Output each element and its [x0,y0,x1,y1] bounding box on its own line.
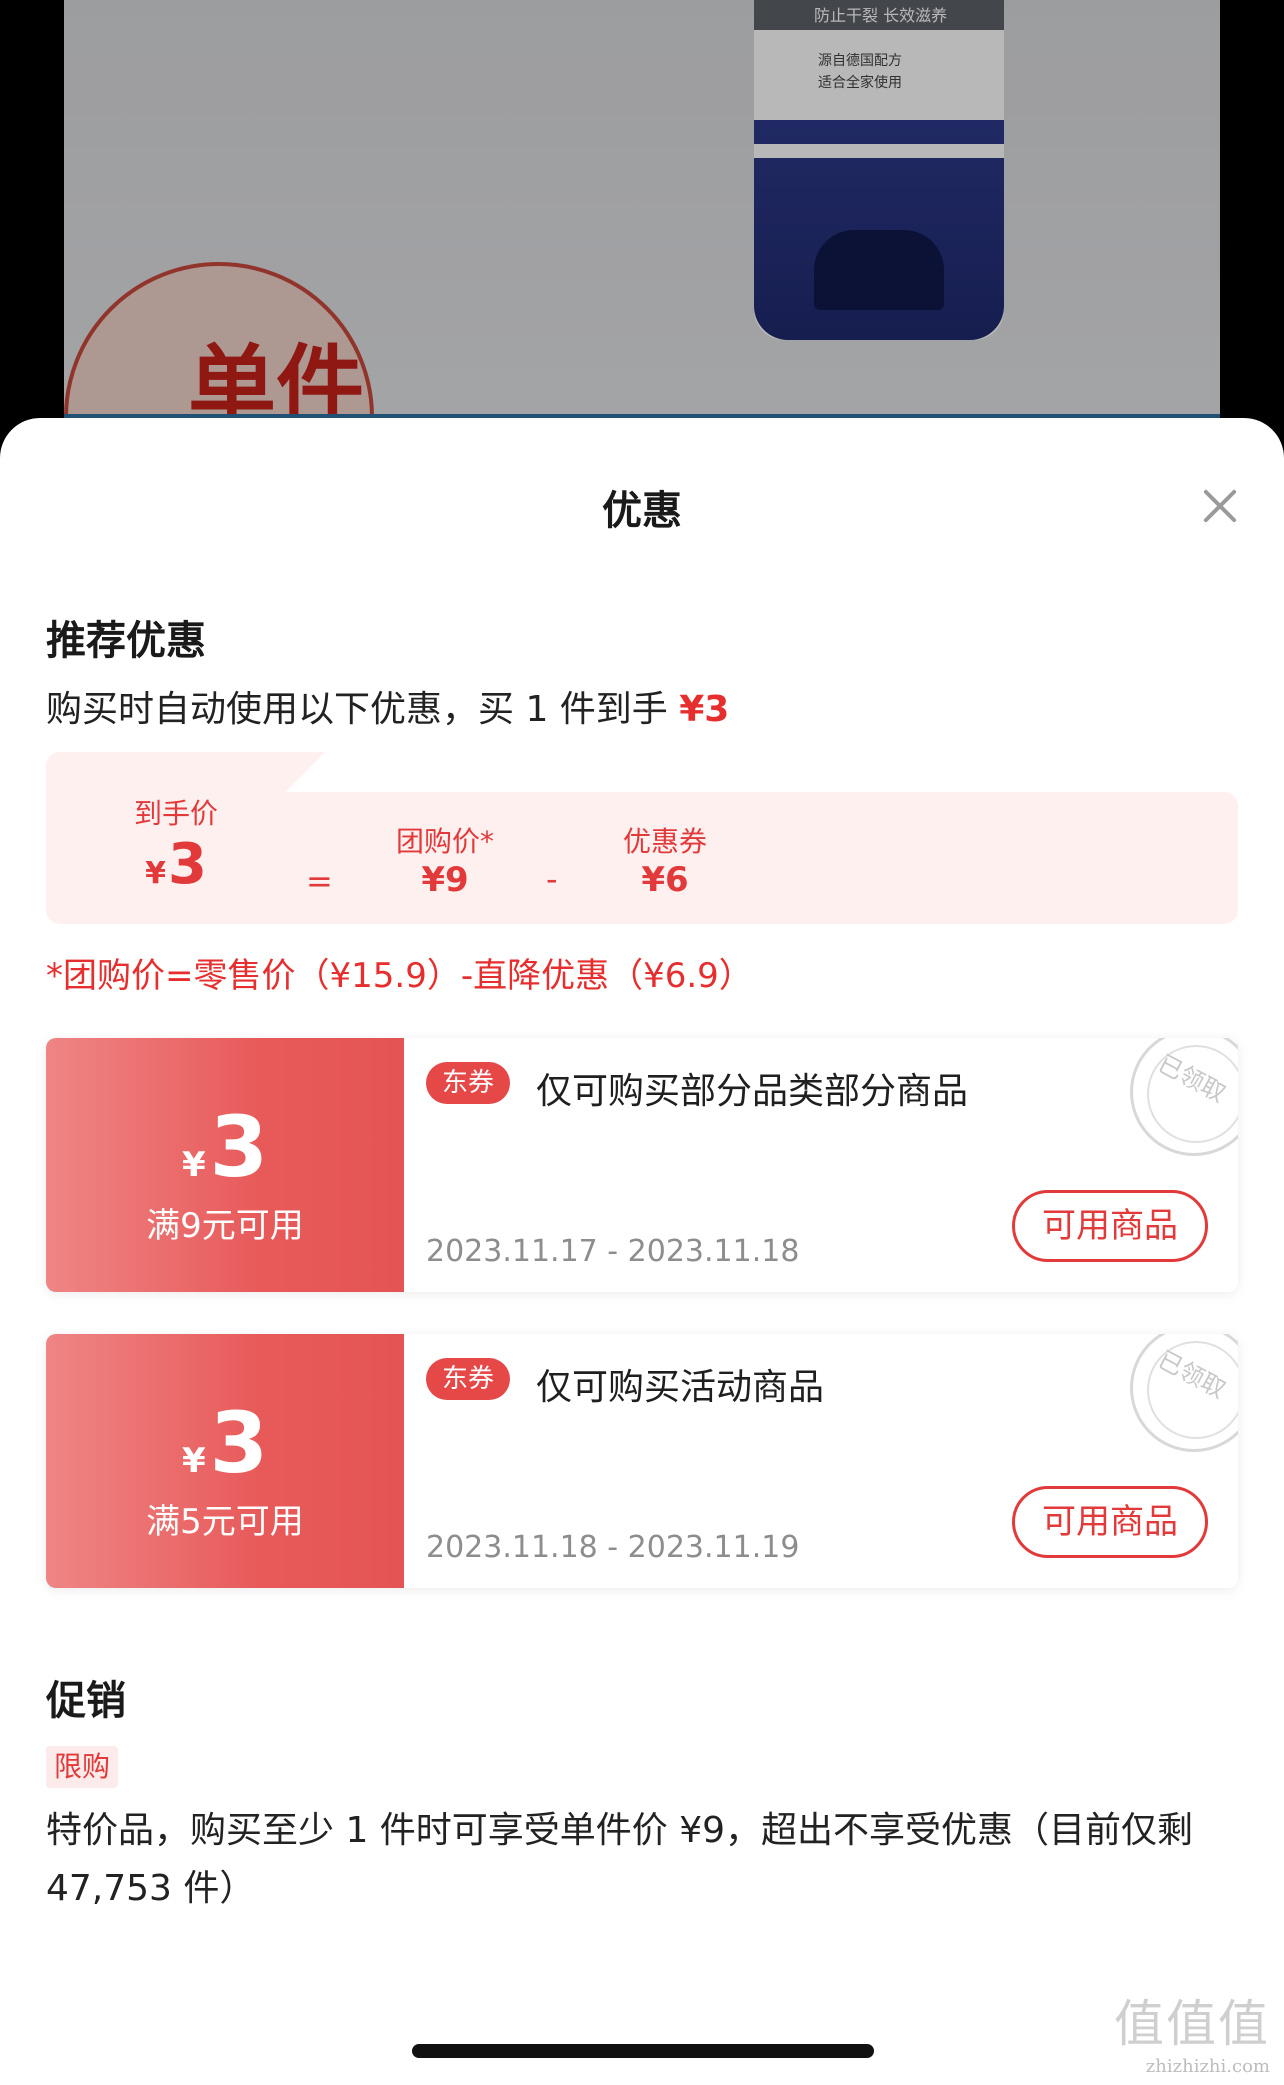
coupon-condition: 满5元可用 [146,1502,304,1542]
recommend-desc: 购买时自动使用以下优惠，买 1 件到手 ¥3 [46,689,730,730]
available-products-button[interactable]: 可用商品 [1012,1190,1208,1262]
coupon-date: 2023.11.18 - 2023.11.19 [426,1530,800,1565]
promotion-text: 特价品，购买至少 1 件时可享受单件价 ¥9，超出不享受优惠（目前仅剩 47,7… [46,1810,1194,1909]
claimed-stamp-icon: 已领取 [1130,1334,1238,1452]
group-price-footnote: *团购价=零售价（¥15.9）-直降优惠（¥6.9） [46,956,753,996]
sheet-title: 优惠 [602,488,682,534]
coupon-desc: 仅可购买部分品类部分商品 [536,1071,969,1112]
sheet-header: 优惠 [0,478,1284,534]
final-price-block: 到手价 ¥3 [106,792,246,897]
group-price-block: 团购价* ¥9 [380,820,510,900]
final-price-label: 到手价 [133,797,218,830]
product-image-backdrop: 防止干裂 长效滋养 源自德国配方 适合全家使用 单件 [0,0,1284,460]
claimed-stamp-icon: 已领取 [1130,1038,1238,1156]
close-icon[interactable] [1202,488,1238,524]
coupon-amount-panel: ¥3 满5元可用 [46,1334,404,1588]
coupon-amount-panel: ¥3 满9元可用 [46,1038,404,1292]
limit-purchase-tag: 限购 [46,1746,119,1788]
promotion-title: 促销 [46,1678,126,1724]
coupon-date: 2023.11.17 - 2023.11.18 [426,1234,800,1269]
coupon-card[interactable]: ¥3 满9元可用 东券 仅可购买部分品类部分商品 2023.11.17 - 20… [46,1038,1238,1292]
coupon-amount: ¥3 [181,1098,269,1196]
coupon-card[interactable]: ¥3 满5元可用 东券 仅可购买活动商品 2023.11.18 - 2023.1… [46,1334,1238,1588]
coupon-tag: 东券 [426,1358,511,1400]
recommend-title: 推荐优惠 [46,618,206,664]
coupon-desc: 仅可购买活动商品 [536,1367,825,1408]
coupon-discount-value: ¥6 [641,860,689,900]
coupon-condition: 满9元可用 [146,1206,304,1246]
coupon-tag: 东券 [426,1062,511,1104]
available-products-button[interactable]: 可用商品 [1012,1486,1208,1558]
coupon-amount: ¥3 [181,1394,269,1492]
minus-sign: - [546,860,558,898]
equals-sign: = [306,862,333,900]
dim-overlay[interactable] [0,0,1284,460]
group-price-value: ¥9 [421,860,469,900]
site-watermark: 值值值 zhizhizhi.com [1114,1995,1270,2077]
recommend-price: ¥3 [679,689,730,730]
discount-sheet: 优惠 推荐优惠 购买时自动使用以下优惠，买 1 件到手 ¥3 到手价 ¥3 = … [0,418,1284,2085]
coupon-discount-block: 优惠券 ¥6 [600,820,730,900]
final-price-value: ¥3 [145,832,207,897]
coupon-discount-label: 优惠券 [622,825,707,858]
home-indicator[interactable] [412,2044,874,2058]
group-price-label: 团购价* [395,825,494,858]
